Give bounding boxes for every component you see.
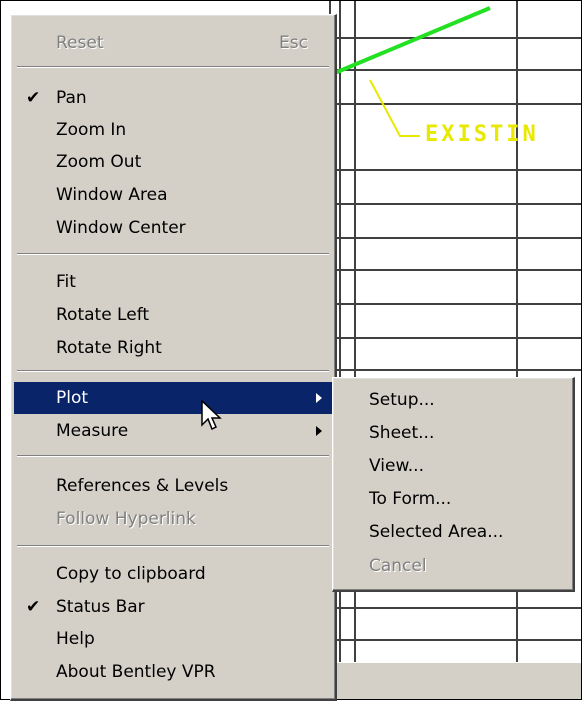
- menu-item-label: Zoom In: [56, 120, 127, 140]
- submenu-item-view[interactable]: View...: [336, 450, 570, 482]
- status-strip: [330, 662, 582, 700]
- submenu-item-label: View...: [369, 456, 424, 476]
- menu-item-shortcut: Esc: [279, 33, 308, 53]
- menu-separator: [17, 370, 329, 372]
- menu-item-status-bar[interactable]: ✔ Status Bar: [14, 591, 332, 623]
- menu-item-references-levels[interactable]: References & Levels: [14, 470, 332, 502]
- submenu-item-label: To Form...: [369, 489, 452, 509]
- menu-item-label: Zoom Out: [56, 152, 142, 172]
- menu-item-label: Measure: [56, 421, 129, 441]
- menu-item-plot[interactable]: Plot: [14, 382, 332, 414]
- menu-item-label: Window Area: [56, 185, 168, 205]
- menu-item-fit[interactable]: Fit: [14, 266, 332, 298]
- submenu-item-setup[interactable]: Setup...: [336, 384, 570, 416]
- submenu-arrow-icon: [316, 426, 322, 436]
- menu-separator: [17, 455, 329, 457]
- annotation-leader: [369, 79, 420, 137]
- menu-item-zoom-out[interactable]: Zoom Out: [14, 146, 332, 178]
- menu-separator: [17, 253, 329, 255]
- menu-item-label: Pan: [56, 88, 87, 108]
- menu-item-label: Rotate Left: [56, 305, 150, 325]
- submenu-arrow-icon: [316, 393, 322, 403]
- menu-item-measure[interactable]: Measure: [14, 415, 332, 447]
- menu-item-rotate-left[interactable]: Rotate Left: [14, 299, 332, 331]
- submenu-item-selected-area[interactable]: Selected Area...: [336, 516, 570, 548]
- menu-item-label: Copy to clipboard: [56, 564, 206, 584]
- menu-item-label: Rotate Right: [56, 338, 162, 358]
- menu-item-label: Follow Hyperlink: [56, 509, 196, 529]
- menu-item-label: Help: [56, 629, 95, 649]
- menu-item-label: References & Levels: [56, 476, 229, 496]
- menu-item-copy-to-clipboard[interactable]: Copy to clipboard: [14, 558, 332, 590]
- arrow-pointer-icon: [201, 400, 222, 431]
- menu-item-follow-hyperlink: Follow Hyperlink: [14, 503, 332, 535]
- menu-item-label: Window Center: [56, 218, 186, 238]
- menu-item-label: Fit: [56, 272, 76, 292]
- menu-item-label: Status Bar: [56, 597, 145, 617]
- submenu-item-label: Setup...: [369, 390, 435, 410]
- menu-item-window-center[interactable]: Window Center: [14, 212, 332, 244]
- menu-item-pan[interactable]: ✔ Pan: [14, 82, 332, 114]
- submenu-item-label: Sheet...: [369, 423, 435, 443]
- submenu-item-label: Cancel: [369, 556, 427, 576]
- checkmark-icon: ✔: [26, 88, 41, 108]
- grid-lines: [329, 0, 582, 700]
- menu-item-label: Reset: [56, 33, 104, 53]
- submenu-item-label: Selected Area...: [369, 522, 504, 542]
- plot-submenu: Setup... Sheet... View... To Form... Sel…: [332, 377, 575, 592]
- submenu-item-sheet[interactable]: Sheet...: [336, 417, 570, 449]
- context-menu: Reset Esc ✔ Pan Zoom In Zoom Out Window …: [10, 14, 337, 701]
- menu-item-about[interactable]: About Bentley VPR: [14, 656, 332, 688]
- annotation-label: EXISTIN: [425, 122, 539, 147]
- submenu-item-cancel: Cancel: [336, 550, 570, 582]
- menu-separator: [17, 545, 329, 547]
- menu-item-label: Plot: [56, 388, 89, 408]
- menu-item-zoom-in[interactable]: Zoom In: [14, 114, 332, 146]
- checkmark-icon: ✔: [26, 597, 41, 617]
- menu-item-help[interactable]: Help: [14, 623, 332, 655]
- menu-separator: [17, 66, 329, 68]
- menu-item-window-area[interactable]: Window Area: [14, 179, 332, 211]
- menu-item-label: About Bentley VPR: [56, 662, 216, 682]
- menu-item-reset: Reset Esc: [14, 27, 332, 59]
- menu-item-rotate-right[interactable]: Rotate Right: [14, 332, 332, 364]
- submenu-item-to-form[interactable]: To Form...: [336, 483, 570, 515]
